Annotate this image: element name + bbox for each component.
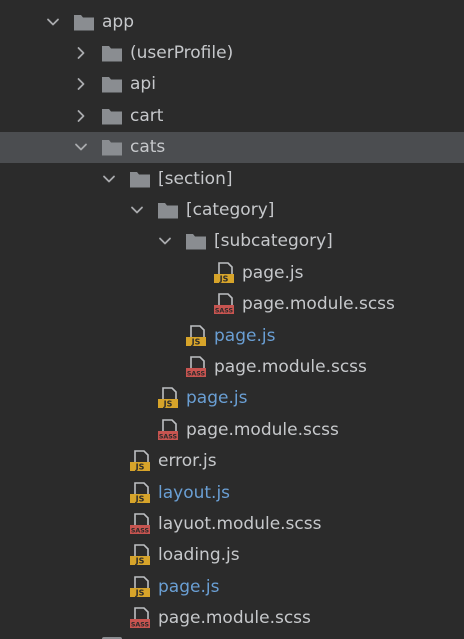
svg-text:JS: JS <box>191 337 201 346</box>
svg-text:SASS: SASS <box>131 621 150 628</box>
tree-row-page-js[interactable]: JS page.js <box>0 571 464 602</box>
folder-icon <box>101 73 123 95</box>
svg-text:SASS: SASS <box>131 527 150 534</box>
tree-item-label: page.js <box>242 262 304 283</box>
js-file-icon: JS <box>129 481 151 504</box>
tree-row-userprofile[interactable]: (userProfile) <box>0 37 464 68</box>
svg-text:JS: JS <box>135 588 145 597</box>
svg-text:JS: JS <box>219 274 229 283</box>
folder-icon <box>129 168 151 190</box>
tree-item-label: app <box>102 11 134 32</box>
chevron-down-icon[interactable] <box>44 13 62 31</box>
tree-row-category[interactable]: [category] <box>0 194 464 225</box>
tree-item-label: page.js <box>186 388 248 409</box>
tree-row-page-js[interactable]: JS page.js <box>0 257 464 288</box>
tree-item-label: page.module.scss <box>214 356 367 377</box>
svg-text:JS: JS <box>135 462 145 471</box>
svg-text:JS: JS <box>135 494 145 503</box>
project-file-tree: app (userProfile) api cart cats [section] [cat… <box>0 0 464 639</box>
chevron-right-icon[interactable] <box>72 75 90 93</box>
tree-item-label: page.js <box>158 576 220 597</box>
folder-icon <box>185 230 207 252</box>
chevron-down-icon[interactable] <box>128 201 146 219</box>
tree-row-layout-js[interactable]: JS layout.js <box>0 477 464 508</box>
tree-row-subcategory[interactable]: [subcategory] <box>0 226 464 257</box>
chevron-right-icon[interactable] <box>72 44 90 62</box>
tree-row-cats[interactable]: cats <box>0 131 464 163</box>
chevron-right-icon[interactable] <box>72 107 90 125</box>
tree-row-page-module-scss[interactable]: SASS page.module.scss <box>0 602 464 633</box>
js-file-icon: JS <box>213 262 235 284</box>
tree-row-api[interactable]: api <box>0 69 464 100</box>
folder-icon <box>73 11 95 33</box>
tree-row-error-js[interactable]: JS error.js <box>0 445 464 476</box>
tree-item-label: error.js <box>158 451 217 472</box>
svg-text:JS: JS <box>163 400 173 409</box>
tree-item-label: [subcategory] <box>214 231 333 252</box>
js-file-icon: JS <box>185 324 207 347</box>
tree-row-section[interactable]: [section] <box>0 163 464 194</box>
tree-item-label: [category] <box>186 200 275 221</box>
tree-item-label: api <box>130 74 156 95</box>
svg-text:JS: JS <box>135 557 145 566</box>
tree-row-page-js[interactable]: JS page.js <box>0 320 464 351</box>
tree-item-label: [section] <box>158 168 233 189</box>
folder-icon <box>101 136 123 158</box>
sass-file-icon: SASS <box>185 356 207 378</box>
folder-icon <box>101 42 123 64</box>
folder-icon <box>157 199 179 221</box>
js-file-icon: JS <box>129 544 151 566</box>
tree-item-label: cart <box>130 105 164 126</box>
tree-row-page-module-scss[interactable]: SASS page.module.scss <box>0 351 464 382</box>
tree-item-label: page.module.scss <box>242 294 395 315</box>
tree-row-cart[interactable]: cart <box>0 100 464 131</box>
chevron-down-icon[interactable] <box>100 170 118 188</box>
tree-item-label: cats <box>130 137 166 158</box>
js-file-icon: JS <box>129 575 151 598</box>
js-file-icon: JS <box>157 387 179 409</box>
tree-item-label: page.js <box>214 325 276 346</box>
tree-item-label: page.module.scss <box>158 608 311 629</box>
tree-item-label: layuot.module.scss <box>158 513 322 534</box>
sass-file-icon: SASS <box>157 418 179 441</box>
tree-item-label: (userProfile) <box>130 43 234 64</box>
tree-item-label: page.module.scss <box>186 419 339 440</box>
chevron-down-icon[interactable] <box>72 138 90 156</box>
tree-row-page-module-scss[interactable]: SASS page.module.scss <box>0 414 464 445</box>
tree-row-loading-js[interactable]: JS loading.js <box>0 540 464 571</box>
tree-row-layuot-module-scss[interactable]: SASS layuot.module.scss <box>0 508 464 539</box>
tree-row-page-module-scss[interactable]: SASS page.module.scss <box>0 289 464 320</box>
tree-row-page-js[interactable]: JS page.js <box>0 383 464 414</box>
svg-text:SASS: SASS <box>215 308 234 315</box>
svg-text:SASS: SASS <box>187 370 206 377</box>
folder-icon <box>101 105 123 127</box>
tree-row-app[interactable]: app <box>0 6 464 37</box>
sass-file-icon: SASS <box>129 513 151 535</box>
tree-item-label: loading.js <box>158 545 240 566</box>
js-file-icon: JS <box>129 450 151 472</box>
chevron-down-icon[interactable] <box>156 232 174 250</box>
svg-text:SASS: SASS <box>159 433 178 440</box>
tree-item-label: layout.js <box>158 482 231 503</box>
sass-file-icon: SASS <box>213 293 235 315</box>
sass-file-icon: SASS <box>129 607 151 629</box>
